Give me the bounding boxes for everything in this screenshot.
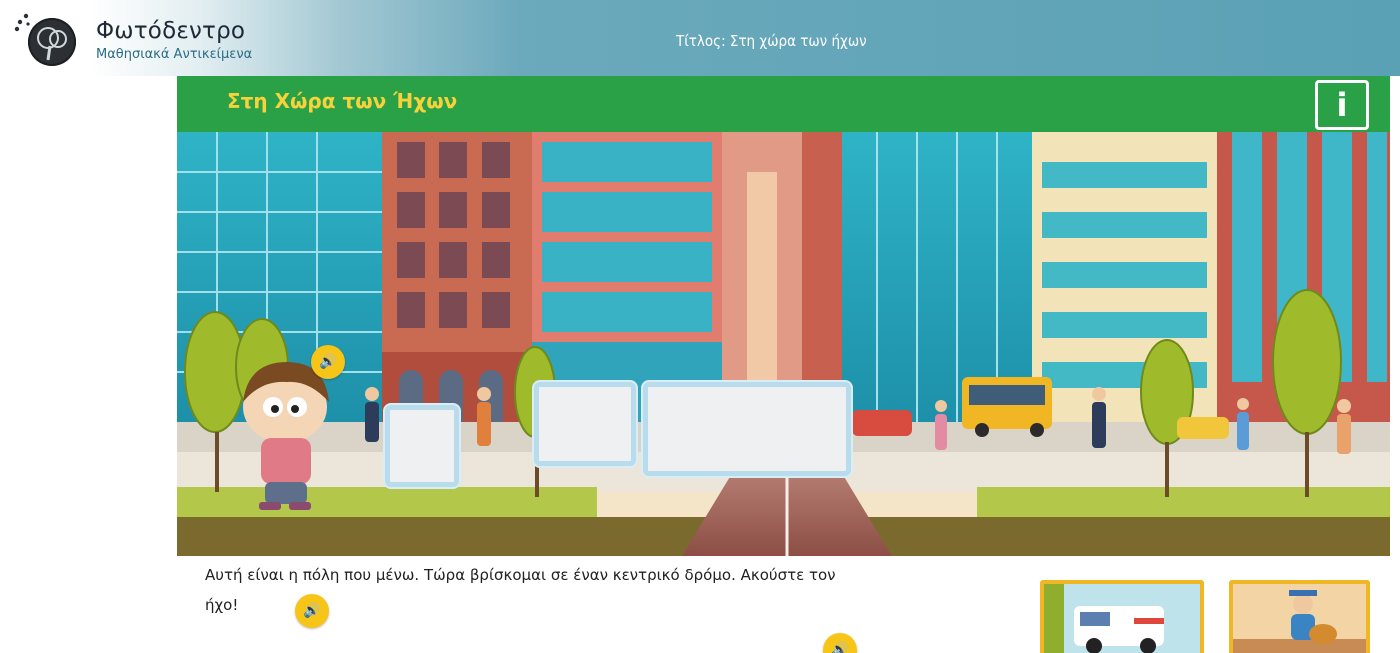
learning-object-frame: Στη Χώρα των Ήχων i 🔊 Αυτή είναι η πόλη …: [177, 76, 1390, 653]
speaker-icon: 🔊: [319, 354, 337, 370]
musician-image: [1233, 584, 1366, 653]
blank-card-1[interactable]: [385, 405, 459, 487]
city-scene: 🔊: [177, 132, 1390, 556]
brand-subtitle: Μαθησιακά Αντικείμενα: [96, 47, 253, 62]
ambulance-image: [1044, 584, 1200, 653]
lesson-header: Στη Χώρα των Ήχων i: [177, 76, 1390, 132]
info-icon: i: [1336, 86, 1348, 124]
blank-card-3[interactable]: [643, 382, 851, 476]
lesson-title: Στη Χώρα των Ήχων: [227, 89, 458, 113]
document-title: Τίτλος: Στη χώρα των ήχων: [676, 32, 867, 50]
bottom-sound-button[interactable]: 🔊: [823, 633, 857, 653]
speaker-icon: 🔊: [303, 603, 321, 619]
thumbnail-musician[interactable]: [1229, 580, 1370, 653]
blank-card-2[interactable]: [534, 382, 636, 466]
narration-sound-button[interactable]: 🔊: [295, 594, 329, 628]
logo-icon[interactable]: [28, 18, 76, 66]
site-header: Φωτόδεντρο Μαθησιακά Αντικείμενα Τίτλος:…: [0, 0, 1400, 76]
narration-line-1: Αυτή είναι η πόλη που μένω. Τώρα βρίσκομ…: [205, 566, 836, 584]
narration-line-2: ήχο!: [205, 596, 239, 614]
scene-sound-button[interactable]: 🔊: [311, 345, 345, 379]
info-button[interactable]: i: [1315, 80, 1369, 130]
city-street-illustration: [177, 132, 1390, 556]
brand-name[interactable]: Φωτόδεντρο: [96, 18, 245, 44]
thumbnail-ambulance[interactable]: [1040, 580, 1204, 653]
speaker-icon: 🔊: [831, 642, 849, 653]
